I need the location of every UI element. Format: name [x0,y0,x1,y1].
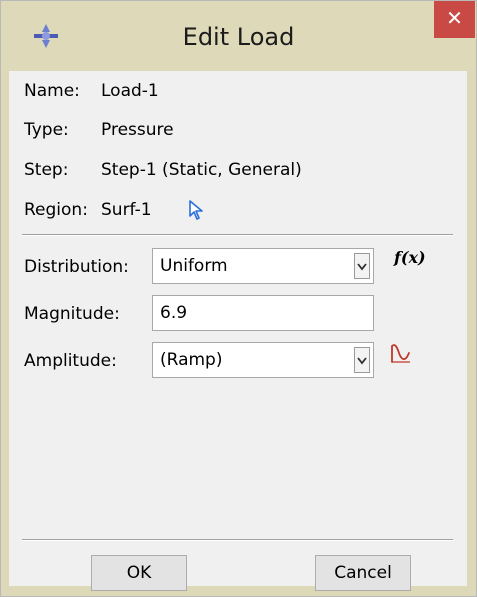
ok-button[interactable]: OK [91,555,187,591]
amplitude-label: Amplitude: [24,351,117,371]
edit-load-dialog: Edit Load ✕ Name: Load-1 Type: Pressure … [0,0,477,597]
distribution-value: Uniform [160,256,228,276]
separator [22,539,453,541]
name-value: Load-1 [101,81,159,101]
chevron-down-icon[interactable] [354,253,370,279]
distribution-select[interactable]: Uniform [152,248,374,284]
step-value: Step-1 (Static, General) [101,160,302,180]
close-button[interactable]: ✕ [434,1,475,38]
amplitude-value: (Ramp) [160,350,223,370]
magnitude-label: Magnitude: [24,304,120,324]
separator [22,234,453,236]
type-value: Pressure [101,120,174,140]
title-bar[interactable]: Edit Load ✕ [1,1,476,71]
magnitude-input[interactable]: 6.9 [152,295,374,331]
magnitude-value: 6.9 [160,303,188,323]
amplitude-select[interactable]: (Ramp) [152,342,374,378]
amplitude-curve-icon[interactable] [389,341,413,365]
function-icon[interactable]: f(x) [394,248,426,267]
select-pointer-icon[interactable] [187,199,207,221]
distribution-label: Distribution: [24,257,129,277]
region-value: Surf-1 [101,200,152,220]
step-label: Step: [24,160,69,180]
dialog-title: Edit Load [182,23,295,51]
cancel-button[interactable]: Cancel [315,555,411,591]
type-label: Type: [24,120,69,140]
region-label: Region: [24,200,88,220]
dialog-body: Name: Load-1 Type: Pressure Step: Step-1… [9,71,467,591]
chevron-down-icon[interactable] [354,347,370,373]
name-label: Name: [24,81,80,101]
